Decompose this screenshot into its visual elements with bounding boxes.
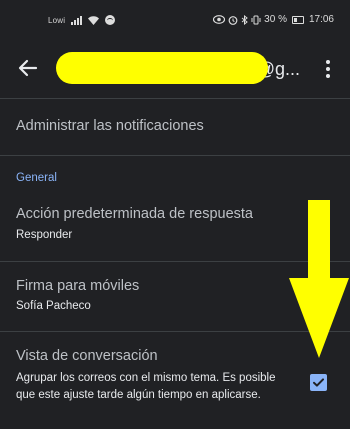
- battery-percent: 30 %: [264, 14, 287, 25]
- alarm-icon: [228, 15, 238, 25]
- divider: [0, 155, 350, 156]
- bluetooth-icon: [241, 14, 248, 25]
- conversation-view-checkbox[interactable]: [310, 374, 327, 391]
- carrier-label: Lowi: [48, 15, 66, 25]
- vibrate-icon: [251, 15, 261, 24]
- mobile-signature-title: Firma para móviles: [16, 278, 140, 294]
- battery-icon: [291, 15, 304, 24]
- status-left: Lowi: [48, 15, 116, 25]
- default-reply-value: Responder: [16, 229, 73, 241]
- wifi-icon: [88, 15, 100, 25]
- conversation-view-title: Vista de conversación: [16, 348, 158, 364]
- spotify-icon: [105, 15, 116, 25]
- gmail-settings-screen: Lowi 30 % 17:06 @g... Administrar las no…: [0, 0, 350, 429]
- section-header-general: General: [16, 172, 57, 184]
- checkmark-icon: [313, 378, 324, 387]
- more-vert-icon[interactable]: [318, 56, 338, 82]
- manage-notifications-row[interactable]: Administrar las notificaciones: [0, 99, 350, 155]
- annotation-arrow-icon: [289, 200, 349, 358]
- clock: 17:06: [308, 14, 334, 25]
- redaction-highlight: [56, 52, 268, 84]
- manage-notifications-label: Administrar las notificaciones: [16, 118, 204, 134]
- mobile-signature-value: Sofía Pacheco: [16, 300, 91, 312]
- default-reply-title: Acción predeterminada de respuesta: [16, 206, 253, 222]
- app-bar: @g...: [0, 42, 350, 98]
- signal-icon: [71, 15, 83, 25]
- eye-icon: [213, 15, 226, 24]
- conversation-view-description: Agrupar los correos con el mismo tema. E…: [16, 372, 276, 401]
- status-bar: Lowi 30 % 17:06: [0, 0, 350, 42]
- arrow-back-icon[interactable]: [14, 54, 42, 82]
- status-right: 30 % 17:06: [213, 14, 334, 25]
